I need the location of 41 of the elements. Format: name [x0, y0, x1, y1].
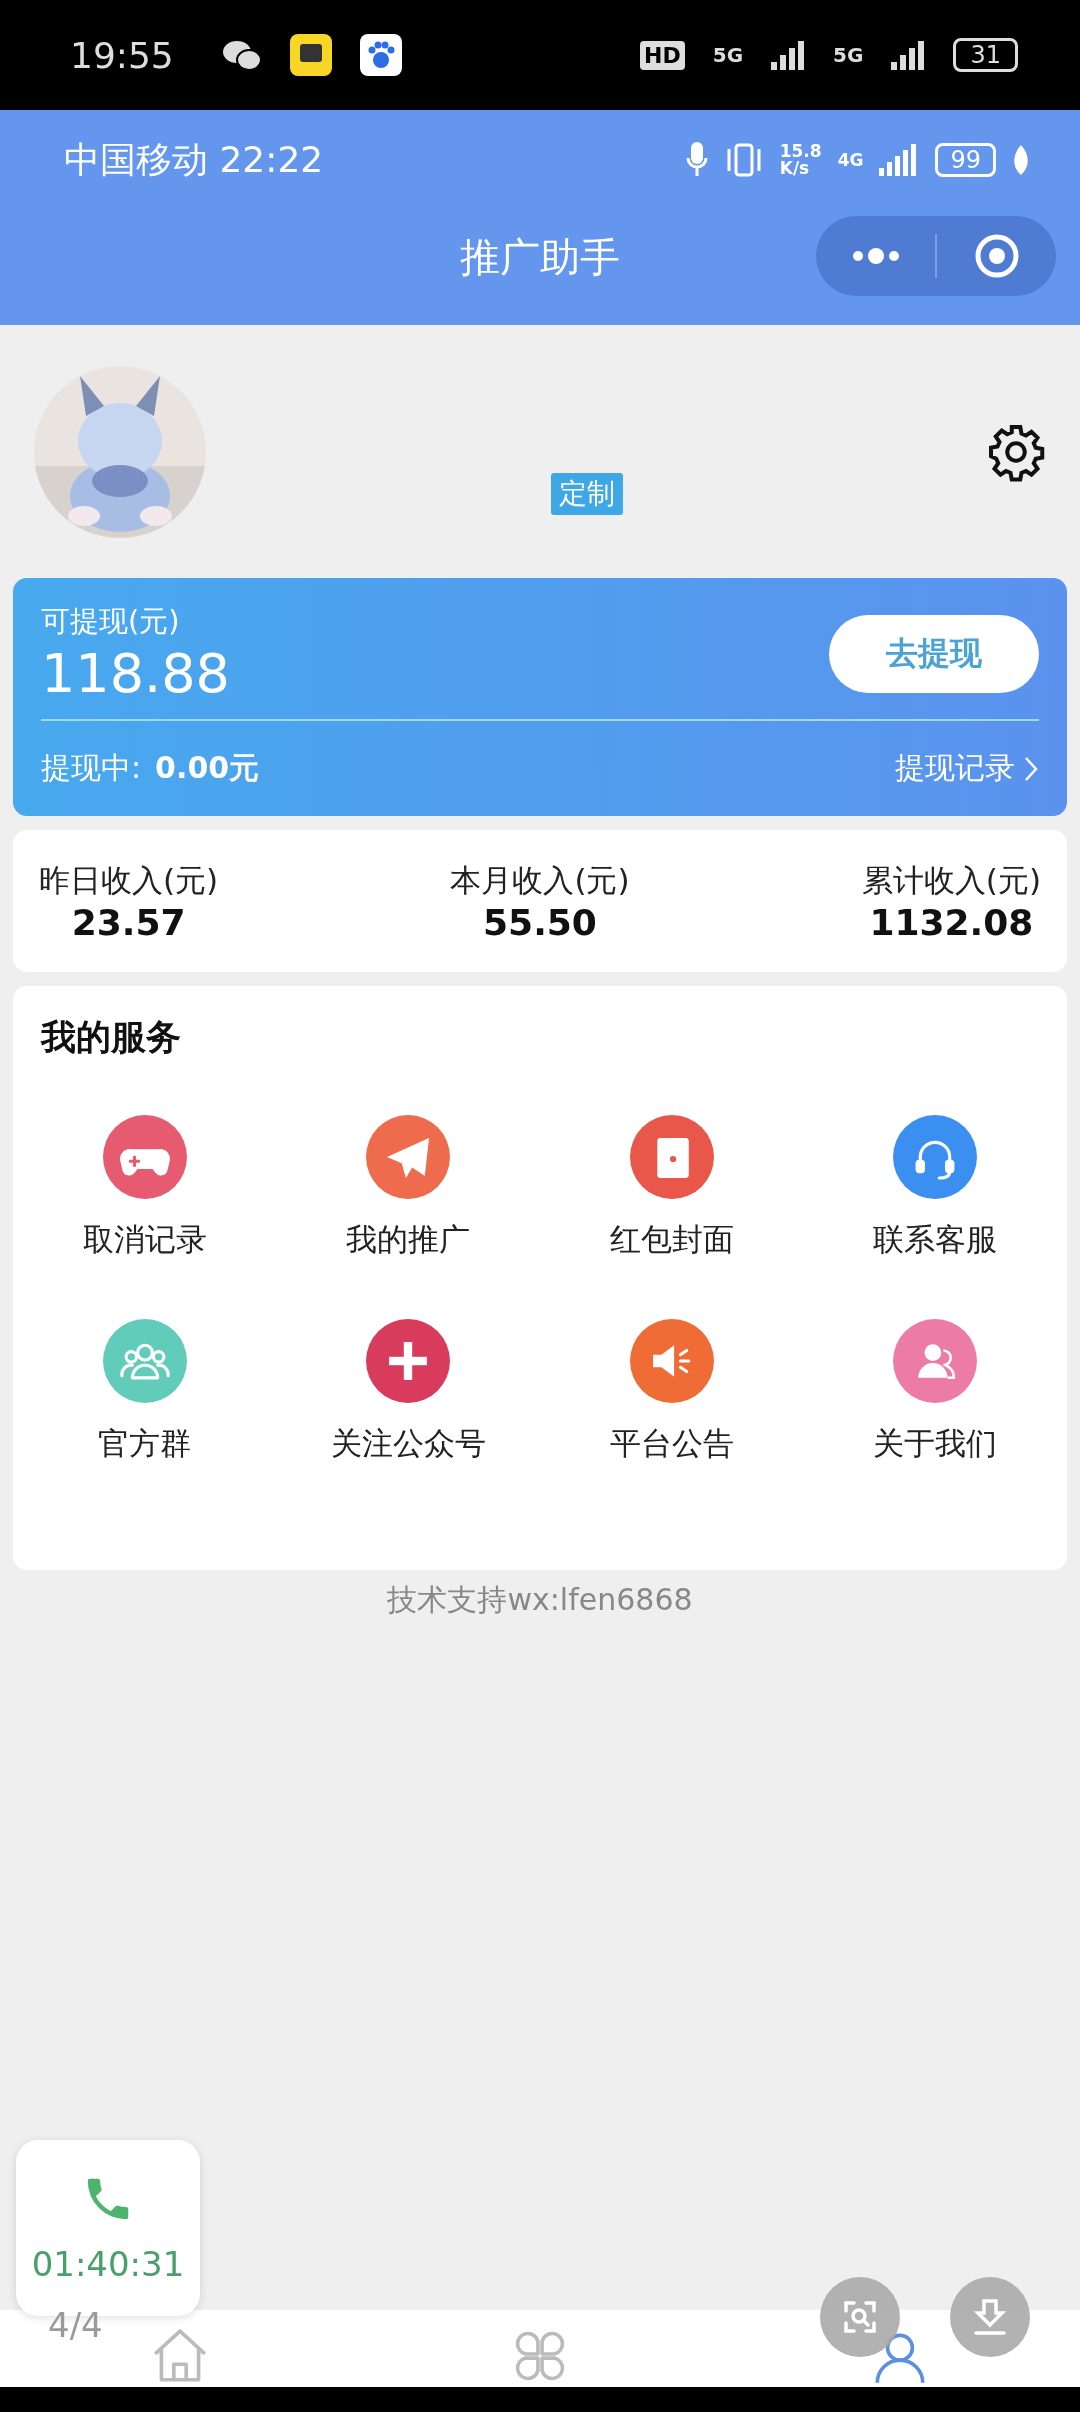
- news-app-icon: [289, 34, 332, 76]
- service-item[interactable]: 联系客服: [803, 1115, 1067, 1261]
- speed-unit: K/s: [779, 160, 811, 177]
- battery-level: 31: [953, 38, 1018, 72]
- network-label: 4G: [837, 150, 864, 170]
- income-value: 1132.08: [869, 901, 1034, 943]
- income-value: 23.57: [71, 901, 186, 943]
- call-duration: 01:40:31: [31, 2244, 185, 2284]
- pending-label: 提现中:: [41, 749, 142, 787]
- custom-badge: 定制: [551, 473, 623, 515]
- balance-label: 可提现(元): [41, 603, 181, 640]
- chat-app-icon: [221, 39, 262, 71]
- leaf-icon: [1012, 145, 1030, 175]
- income-value: 55.50: [483, 901, 597, 943]
- paw-app-icon: [359, 34, 402, 76]
- balance-amount: 118.88: [41, 642, 230, 705]
- microphone-icon: [685, 142, 708, 178]
- battery-level: 99: [935, 143, 996, 177]
- service-item[interactable]: 红包封面: [540, 1115, 804, 1261]
- pending-value: 0.00元: [155, 749, 260, 787]
- income-label: 累计收入(元): [861, 860, 1041, 900]
- service-item[interactable]: 我的推广: [276, 1115, 540, 1261]
- service-item[interactable]: 关注公众号: [276, 1319, 540, 1465]
- signal-icon: [771, 40, 806, 70]
- network-label: 5G: [833, 43, 864, 67]
- service-item[interactable]: 关于我们: [803, 1319, 1067, 1465]
- clock-time: 19:55: [70, 34, 174, 76]
- target-icon: [973, 233, 1020, 279]
- speed-value: 15.8: [779, 143, 822, 160]
- income-label: 昨日收入(元): [39, 860, 219, 900]
- support-text: 技术支持wx:lfen6868: [387, 1581, 693, 1619]
- service-item[interactable]: 官方群: [13, 1319, 277, 1465]
- signal-icon: [891, 40, 926, 70]
- page-title: 推广助手: [460, 233, 620, 282]
- services-title: 我的服务: [39, 1016, 182, 1059]
- service-item[interactable]: 取消记录: [13, 1115, 277, 1261]
- network-label: 5G: [712, 43, 744, 67]
- income-label: 本月收入(元): [450, 860, 630, 900]
- hd-label: HD: [640, 40, 685, 70]
- carrier-time: 中国移动 22:22: [64, 137, 324, 182]
- service-item[interactable]: 平台公告: [540, 1319, 804, 1465]
